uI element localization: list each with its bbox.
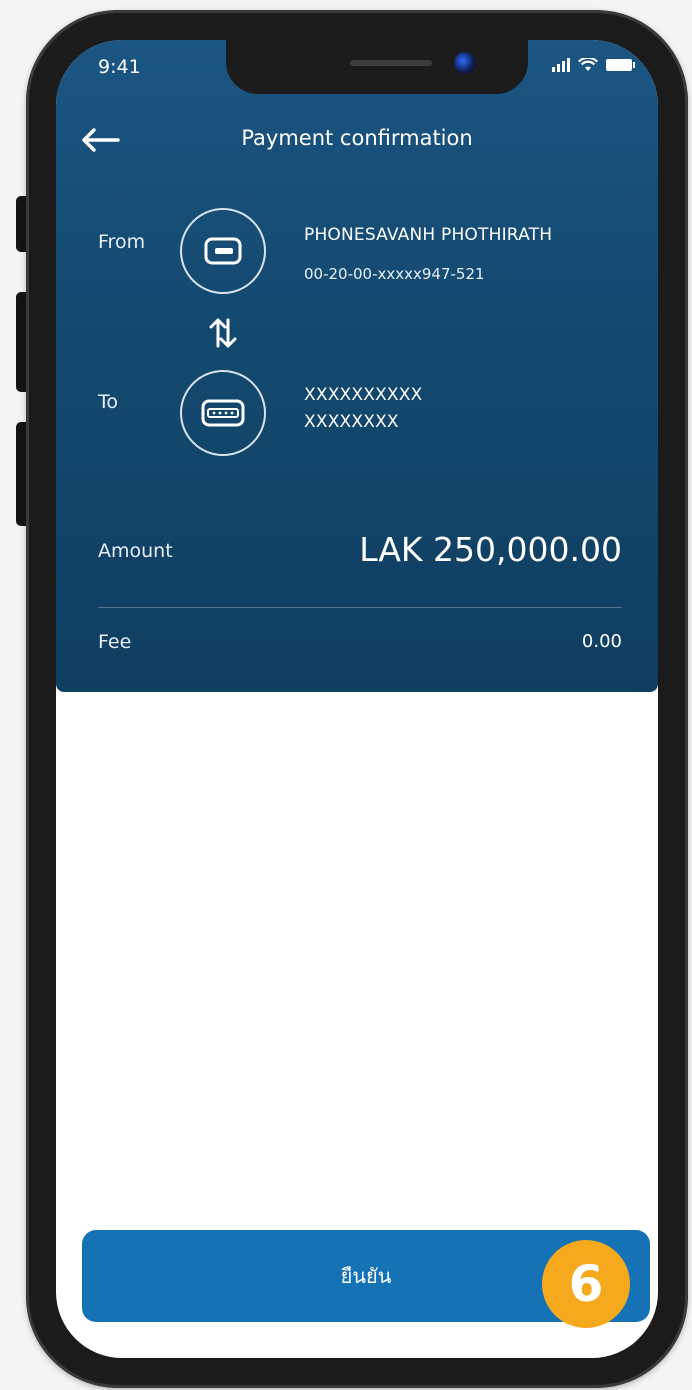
- from-account-number: 00-20-00-xxxxx947-521: [304, 265, 485, 283]
- wifi-icon: [578, 58, 598, 71]
- signal-icon: [552, 58, 570, 72]
- to-account-name: XXXXXXXXXX: [304, 385, 423, 405]
- amount-value: LAK 250,000.00: [359, 530, 622, 569]
- phone-notch: [226, 40, 528, 94]
- tutorial-frame: 9:41 Payment confirmation From PHONESAVA…: [0, 0, 692, 1390]
- speaker-grille: [350, 60, 432, 66]
- battery-icon: [606, 59, 635, 71]
- pin-card-icon: [201, 399, 245, 427]
- divider: [98, 607, 622, 608]
- confirmation-header-panel: 9:41 Payment confirmation From PHONESAVA…: [56, 40, 658, 692]
- fee-label: Fee: [98, 631, 132, 653]
- amount-label: Amount: [98, 540, 173, 562]
- to-account-number: XXXXXXXX: [304, 412, 399, 432]
- front-camera: [454, 52, 476, 74]
- tutorial-step-badge: 6: [542, 1240, 630, 1328]
- page-title: Payment confirmation: [241, 126, 473, 150]
- fee-value: 0.00: [581, 631, 622, 652]
- wallet-card-icon: [204, 237, 242, 265]
- status-icons: [552, 58, 635, 72]
- from-account-icon: [180, 208, 266, 294]
- status-time: 9:41: [98, 56, 141, 78]
- phone-frame: 9:41 Payment confirmation From PHONESAVA…: [26, 10, 688, 1388]
- to-account-icon: [180, 370, 266, 456]
- from-account-name: PHONESAVANH PHOTHIRATH: [304, 225, 553, 245]
- phone-screen: 9:41 Payment confirmation From PHONESAVA…: [56, 40, 658, 1358]
- to-label: To: [98, 391, 119, 413]
- swap-arrows-icon: [209, 318, 237, 348]
- confirm-button-label: ยืนยัน: [340, 1264, 392, 1288]
- from-label: From: [98, 231, 146, 253]
